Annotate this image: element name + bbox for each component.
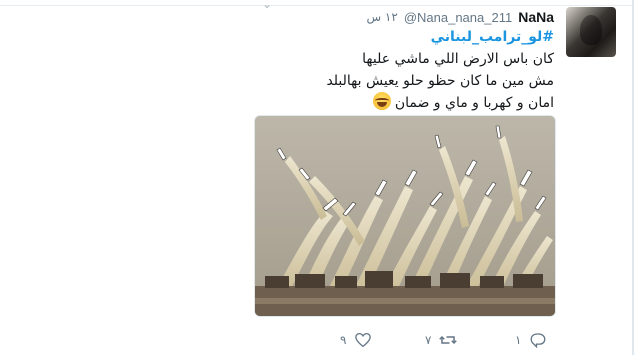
tweet-card[interactable]: ⌄ NaNa @Nana_nana_211 ١٢ س #لو_ترامب_لبن… [0,0,632,355]
tweet-text: #لو_ترامب_لبناني كان باس الارض اللي ماشي… [174,26,554,114]
tweet-actions: ٩ ٧ ١ [340,330,560,350]
tweet-line-2: مش مين ما كان حظو حلو يعيش بهالبلد [326,73,554,89]
tweet-photo[interactable] [254,115,556,317]
tweet-line-1: كان باس الارض اللي ماشي عليها [362,51,554,67]
tweet-line-3: امان و كهربا و ماي و ضمان [394,95,554,111]
tweet-header: NaNa @Nana_nana_211 ١٢ س [366,8,554,26]
heart-icon [355,332,372,348]
user-handle[interactable]: @Nana_nana_211 [404,10,512,25]
retweet-count: ٧ [425,333,432,347]
chevron-down-icon[interactable]: ⌄ [262,0,276,10]
display-name[interactable]: NaNa [518,9,554,25]
avatar[interactable] [566,7,616,57]
retweet-button[interactable]: ٧ [425,330,458,350]
retweet-icon [439,335,458,345]
timestamp[interactable]: ١٢ س [366,10,397,24]
hashtag-link[interactable]: #لو_ترامب_لبناني [431,29,554,45]
face-with-tears-of-joy-emoji [372,92,391,110]
reply-button[interactable]: ١ [515,330,547,350]
reply-icon [531,333,546,349]
reply-count: ١ [515,333,522,347]
missile-launch-image [255,116,555,316]
like-button[interactable]: ٩ [340,330,372,350]
like-count: ٩ [340,333,347,347]
